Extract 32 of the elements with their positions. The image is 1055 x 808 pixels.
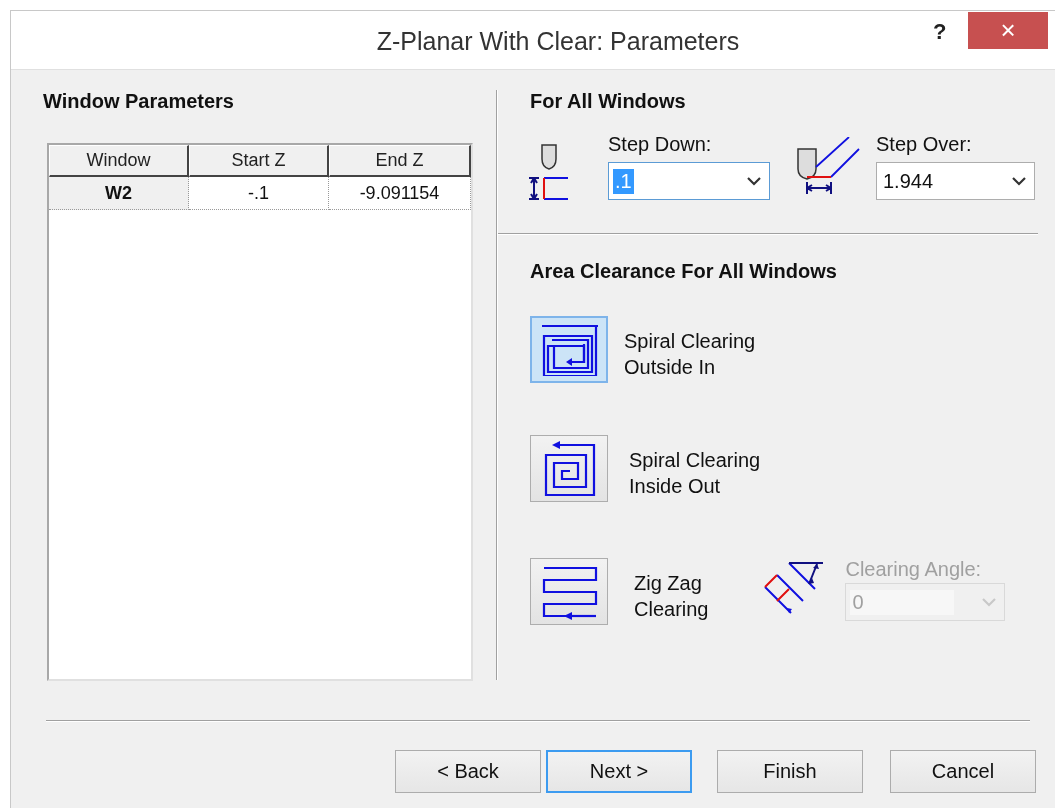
field-label: Clearing Angle: bbox=[845, 558, 983, 581]
spiral-in-icon bbox=[540, 323, 598, 376]
field-label: Step Down: bbox=[608, 133, 713, 156]
section-heading: For All Windows bbox=[530, 90, 687, 113]
column-header[interactable]: Window bbox=[49, 145, 189, 177]
help-button[interactable]: ? bbox=[933, 19, 947, 45]
option-label: Spiral Clearing Inside Out bbox=[629, 448, 761, 499]
dialog-button[interactable]: Next > bbox=[546, 750, 692, 793]
option-label: Zig Zag Clearing bbox=[634, 571, 709, 622]
spiral-out-icon bbox=[542, 440, 596, 497]
dialog-button[interactable]: Cancel bbox=[890, 750, 1036, 793]
table-cell: -9.091154 bbox=[329, 177, 471, 210]
caret-icon bbox=[1012, 176, 1026, 186]
dropdown-field[interactable]: 1.944 bbox=[876, 162, 1035, 200]
clearing-option-button[interactable] bbox=[530, 316, 608, 383]
step-down-icon bbox=[526, 143, 570, 201]
section-heading: Area Clearance For All Windows bbox=[530, 260, 838, 283]
close-button[interactable]: × bbox=[968, 12, 1048, 49]
caret-icon bbox=[982, 597, 997, 607]
window-title: Z-Planar With Clear: Parameters bbox=[376, 26, 740, 56]
clearing-option-button[interactable] bbox=[530, 435, 608, 502]
column-header[interactable]: End Z bbox=[329, 145, 471, 177]
dialog-button[interactable]: < Back bbox=[395, 750, 541, 793]
column-header[interactable]: Start Z bbox=[189, 145, 329, 177]
table-cell: -.1 bbox=[189, 177, 329, 210]
field-label: Step Over: bbox=[876, 133, 973, 156]
row-header: W2 bbox=[49, 177, 189, 210]
clearing-option-button[interactable] bbox=[530, 558, 608, 625]
caret-icon bbox=[747, 176, 761, 186]
dialog-button[interactable]: Finish bbox=[717, 750, 863, 793]
section-heading: Window Parameters bbox=[43, 90, 235, 113]
option-label: Spiral Clearing Outside In bbox=[624, 329, 756, 380]
